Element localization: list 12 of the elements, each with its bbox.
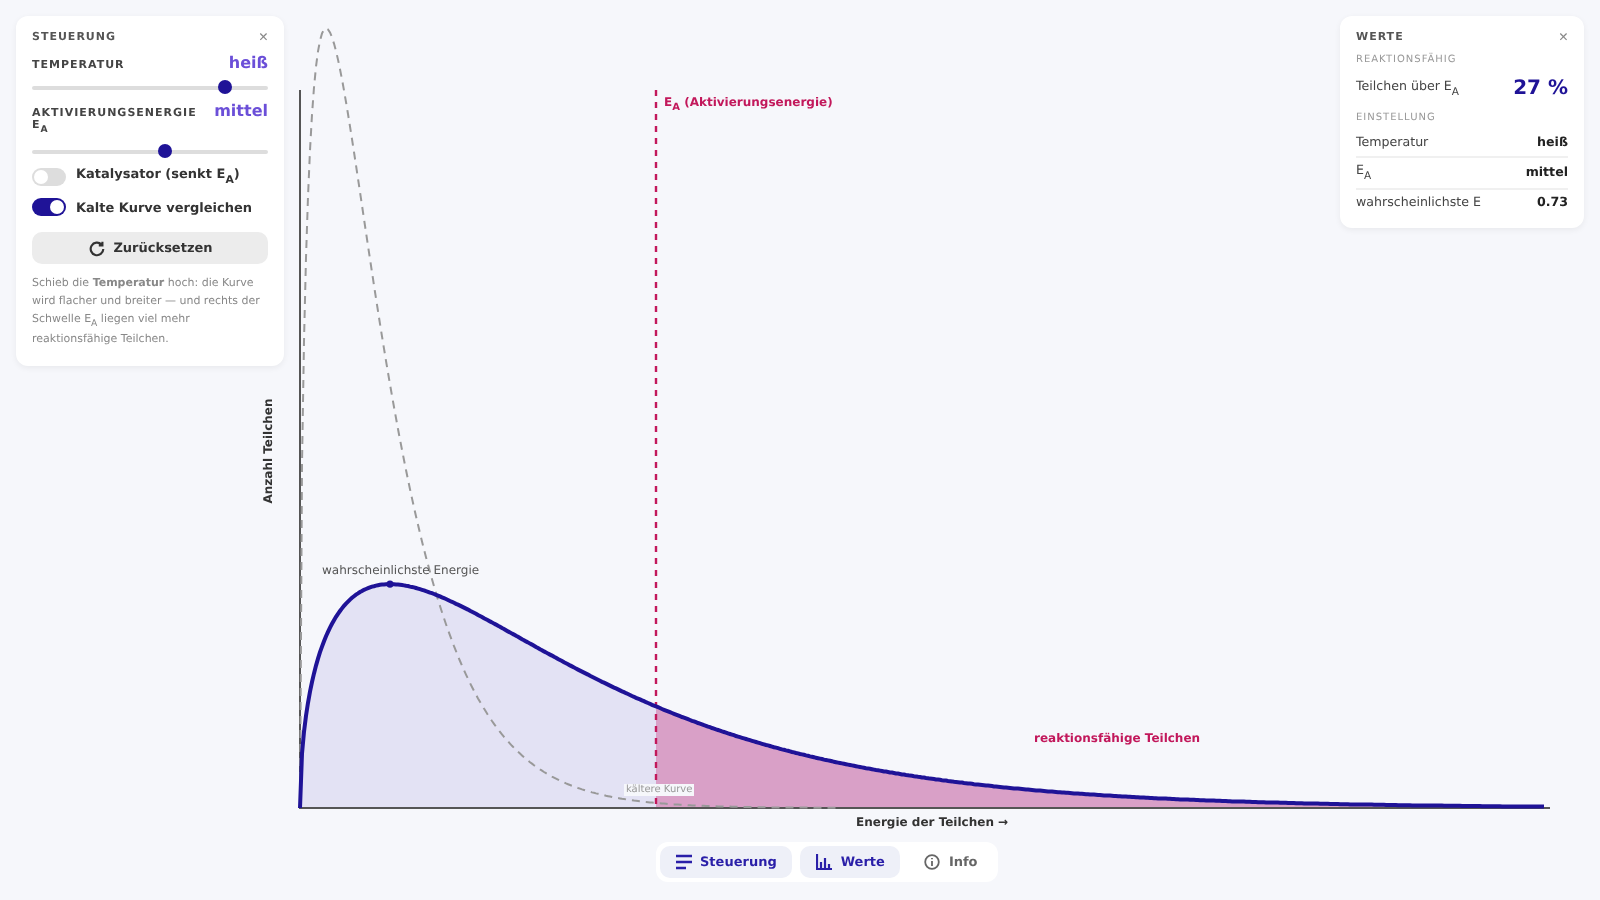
close-button[interactable]: × <box>1558 30 1568 46</box>
value-reading: 27 % <box>1513 78 1568 100</box>
toggle-switch[interactable] <box>32 198 66 217</box>
reset-icon <box>87 239 106 258</box>
close-button[interactable]: × <box>258 30 268 46</box>
toggle-switch[interactable] <box>32 167 66 186</box>
slider[interactable] <box>32 150 268 155</box>
bar-chart-icon <box>816 854 833 870</box>
info-icon <box>924 854 941 870</box>
list-icon <box>676 854 692 870</box>
slider-value: mittel <box>214 102 268 120</box>
slider-value: heiß <box>228 54 268 72</box>
